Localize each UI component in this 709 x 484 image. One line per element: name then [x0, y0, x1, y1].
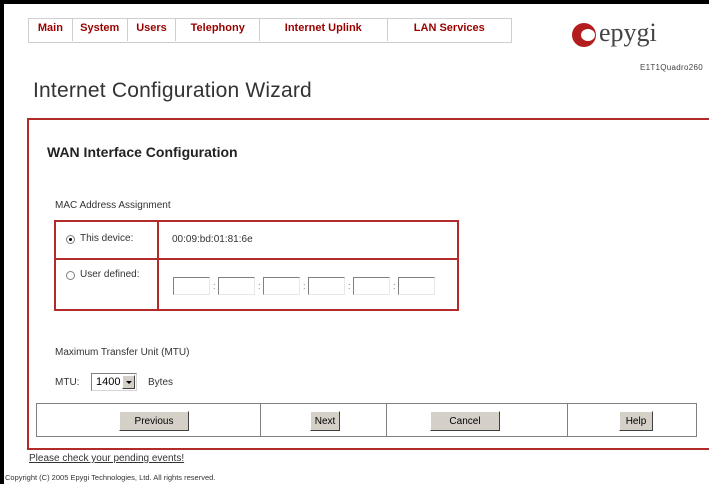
mac-assignment-label: MAC Address Assignment	[55, 200, 171, 211]
nav-item-system[interactable]: System	[73, 19, 128, 41]
mtu-selected-value: 1400	[96, 376, 121, 388]
section-title: WAN Interface Configuration	[47, 144, 238, 160]
copyright-text: Copyright (C) 2005 Epygi Technologies, L…	[5, 473, 216, 482]
mac-octet-3-input[interactable]	[263, 277, 300, 295]
this-device-radio[interactable]	[66, 235, 75, 244]
mac-octet-4-input[interactable]	[308, 277, 345, 295]
logo-text: epygi	[599, 18, 657, 47]
mtu-label: MTU:	[55, 377, 80, 388]
this-device-label: This device:	[80, 233, 134, 244]
epygi-logo: epygi	[572, 18, 702, 52]
window-frame-left	[0, 0, 4, 484]
previous-button[interactable]: Previous	[119, 411, 189, 431]
nav-item-users[interactable]: Users	[128, 19, 177, 41]
mac-octet-2-input[interactable]	[218, 277, 255, 295]
user-defined-label: User defined:	[80, 269, 140, 280]
mac-separator: :	[258, 281, 261, 291]
help-cell: Help	[568, 404, 698, 436]
mac-octet-1-input[interactable]	[173, 277, 210, 295]
mtu-unit-label: Bytes	[148, 377, 174, 388]
wizard-button-bar: Previous Next Cancel Help	[36, 403, 697, 437]
pending-events-link[interactable]: Please check your pending events!	[29, 453, 184, 464]
mtu-section-label: Maximum Transfer Unit (MTU)	[55, 347, 190, 358]
device-model: E1T1Quadro260	[639, 63, 703, 72]
user-defined-radio[interactable]	[66, 271, 75, 280]
wizard-panel: WAN Interface Configuration MAC Address …	[27, 118, 709, 450]
this-device-mac-value: 00:09:bd:01:81:6e	[172, 234, 253, 245]
nav-item-internet-uplink[interactable]: Internet Uplink	[260, 19, 388, 41]
cancel-cell: Cancel	[387, 404, 568, 436]
mac-octet-6-input[interactable]	[398, 277, 435, 295]
chevron-down-icon[interactable]	[122, 375, 135, 389]
mac-separator: :	[303, 281, 306, 291]
help-button[interactable]: Help	[619, 411, 653, 431]
mac-separator: :	[348, 281, 351, 291]
column-divider	[157, 222, 159, 309]
nav-item-telephony[interactable]: Telephony	[176, 19, 261, 41]
page-title: Internet Configuration Wizard	[33, 79, 312, 102]
mtu-select[interactable]: 1400	[91, 373, 137, 391]
top-nav: Main System Users Telephony Internet Upl…	[28, 18, 512, 43]
nav-item-main[interactable]: Main	[29, 19, 73, 41]
mac-separator: :	[213, 281, 216, 291]
previous-cell: Previous	[37, 404, 261, 436]
mac-octet-5-input[interactable]	[353, 277, 390, 295]
epygi-logo-icon	[572, 23, 596, 47]
user-defined-row: User defined: : : : : :	[56, 260, 457, 309]
nav-item-lan-services[interactable]: LAN Services	[388, 19, 511, 41]
cancel-button[interactable]: Cancel	[430, 411, 500, 431]
mac-assignment-table: This device: 00:09:bd:01:81:6e User defi…	[54, 220, 459, 311]
next-button[interactable]: Next	[310, 411, 340, 431]
next-cell: Next	[261, 404, 387, 436]
window-frame-top	[0, 0, 709, 4]
mac-separator: :	[393, 281, 396, 291]
this-device-row: This device: 00:09:bd:01:81:6e	[56, 222, 457, 260]
